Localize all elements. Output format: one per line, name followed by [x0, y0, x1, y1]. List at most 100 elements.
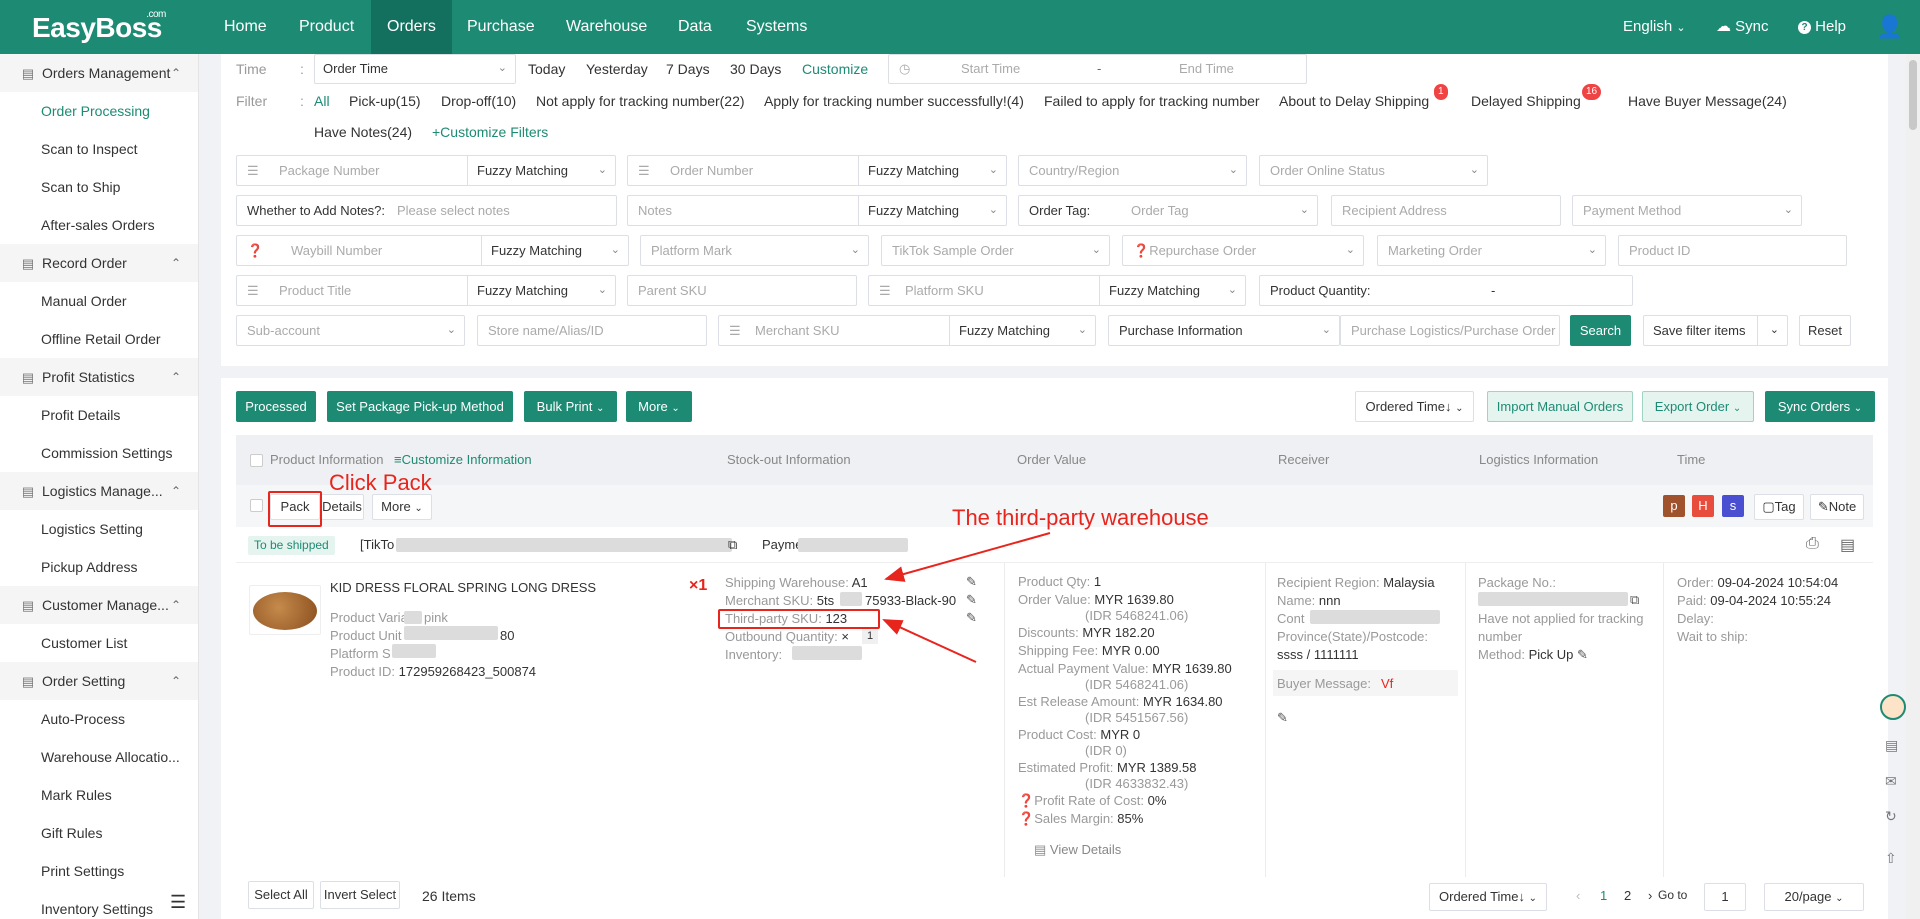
view-details-link[interactable]: ▤ View Details — [1034, 842, 1121, 858]
time-type-select[interactable]: Order Time ⌄ — [314, 54, 516, 84]
tag-s-icon[interactable]: s — [1722, 495, 1744, 517]
purchase-information-select[interactable]: Purchase Information ⌄ — [1108, 315, 1340, 346]
sidebar-item-auto-process[interactable]: Auto-Process — [41, 700, 125, 738]
sidebar-item-print-settings[interactable]: Print Settings — [41, 852, 124, 890]
search-button[interactable]: Search — [1570, 315, 1631, 346]
order-online-status-select[interactable]: Order Online Status ⌄ — [1259, 155, 1488, 186]
refresh-icon[interactable]: ↻ — [1885, 808, 1897, 825]
nav-data[interactable]: Data — [663, 0, 727, 54]
filter-not-apply-tracking[interactable]: Not apply for tracking number(22) — [536, 93, 745, 109]
assistant-avatar[interactable] — [1880, 694, 1906, 720]
filter-about-to-delay[interactable]: About to Delay Shipping — [1279, 93, 1429, 109]
sub-account-select[interactable]: Sub-account ⌄ — [236, 315, 465, 346]
edit-merchant-sku-icon[interactable]: ✎ — [966, 592, 977, 608]
save-filter-items-button[interactable]: Save filter items ⌄ — [1643, 315, 1788, 346]
more-button[interactable]: More ⌄ — [626, 391, 692, 422]
set-pickup-method-button[interactable]: Set Package Pick-up Method — [327, 391, 513, 422]
collapse-menu-icon[interactable]: ☰ — [170, 892, 186, 913]
edit-third-party-sku-icon[interactable]: ✎ — [966, 610, 977, 626]
sidebar-item-commission-settings[interactable]: Commission Settings — [41, 434, 173, 472]
payment-method-select[interactable]: Payment Method ⌄ — [1572, 195, 1802, 226]
bulk-print-button[interactable]: Bulk Print ⌄ — [524, 391, 617, 422]
select-all-checkbox[interactable] — [250, 454, 263, 467]
sidebar-item-warehouse-allocation[interactable]: Warehouse Allocatio... — [41, 738, 180, 776]
add-notes-select[interactable]: Whether to Add Notes?: Please select not… — [236, 195, 617, 226]
footer-ordered-time-sort[interactable]: Ordered Time↓ ⌄ — [1429, 883, 1547, 911]
nav-systems[interactable]: Systems — [731, 0, 822, 54]
product-title[interactable]: KID DRESS FLORAL SPRING LONG DRESS — [330, 580, 596, 595]
nav-purchase[interactable]: Purchase — [452, 0, 550, 54]
filter-delayed-shipping[interactable]: Delayed Shipping — [1471, 93, 1581, 109]
order-number-field[interactable]: ☰ Order Number Fuzzy Matching ⌄ — [627, 155, 1007, 186]
copy-package-icon[interactable]: ⧉ — [1630, 592, 1639, 608]
nav-warehouse[interactable]: Warehouse — [551, 0, 662, 54]
edit-warehouse-icon[interactable]: ✎ — [966, 574, 977, 590]
repurchase-order-select[interactable]: ❓Repurchase Order ⌄ — [1122, 235, 1364, 266]
row-more-button[interactable]: More ⌄ — [372, 494, 432, 520]
platform-sku-field[interactable]: ☰ Platform SKU Fuzzy Matching ⌄ — [868, 275, 1246, 306]
sidebar-group-logistics[interactable]: ▤ Logistics Manage... ⌃ — [0, 472, 198, 510]
marketing-order-select[interactable]: Marketing Order ⌄ — [1377, 235, 1606, 266]
date-range-picker[interactable]: ◷ Start Time - End Time — [888, 54, 1307, 84]
processed-button[interactable]: Processed — [236, 391, 316, 422]
sidebar-item-mark-rules[interactable]: Mark Rules — [41, 776, 112, 814]
sidebar-group-record-order[interactable]: ▤ Record Order ⌃ — [0, 244, 198, 282]
order-tag-select[interactable]: Order Tag: Order Tag ⌄ — [1018, 195, 1318, 226]
filter-have-notes[interactable]: Have Notes(24) — [314, 124, 412, 140]
logo[interactable]: EasyBoss .com — [32, 9, 166, 44]
filter-failed-tracking[interactable]: Failed to apply for tracking number — [1044, 93, 1260, 109]
sidebar-group-orders-management[interactable]: ▤ Orders Management ⌃ — [0, 54, 198, 92]
invert-select-button[interactable]: Invert Select — [320, 881, 400, 909]
nav-product[interactable]: Product — [284, 0, 369, 54]
tag-h-icon[interactable]: H — [1692, 495, 1714, 517]
sync-button[interactable]: ☁ Sync — [1716, 0, 1769, 54]
customize-information-link[interactable]: ≡Customize Information — [394, 452, 532, 467]
import-manual-orders-button[interactable]: Import Manual Orders — [1487, 391, 1633, 422]
sidebar-item-pickup-address[interactable]: Pickup Address — [41, 548, 138, 586]
waybill-number-field[interactable]: ❓ Waybill Number Fuzzy Matching ⌄ — [236, 235, 629, 266]
page-2[interactable]: 2 — [1624, 888, 1631, 903]
time-yesterday[interactable]: Yesterday — [586, 61, 648, 77]
sync-orders-button[interactable]: Sync Orders ⌄ — [1765, 391, 1875, 422]
note-button[interactable]: ✎Note — [1810, 494, 1864, 520]
notes-icon[interactable]: ▤ — [1885, 737, 1898, 754]
sidebar-item-gift-rules[interactable]: Gift Rules — [41, 814, 102, 852]
select-all-button[interactable]: Select All — [248, 881, 314, 909]
filter-apply-tracking-success[interactable]: Apply for tracking number successfully!(… — [764, 93, 1024, 109]
scrollbar-track[interactable] — [1906, 54, 1920, 919]
nav-home[interactable]: Home — [209, 0, 282, 54]
recipient-address-field[interactable]: Recipient Address — [1331, 195, 1561, 226]
order-checkbox[interactable] — [250, 499, 263, 512]
export-order-button[interactable]: Export Order ⌄ — [1642, 391, 1754, 422]
sidebar-item-customer-list[interactable]: Customer List — [41, 624, 127, 662]
package-number-field[interactable]: ☰ Package Number Fuzzy Matching ⌄ — [236, 155, 616, 186]
page-size-select[interactable]: 20/page ⌄ — [1764, 883, 1864, 911]
time-today[interactable]: Today — [528, 61, 565, 77]
filter-pick-up[interactable]: Pick-up(15) — [349, 93, 421, 109]
page-1[interactable]: 1 — [1600, 888, 1607, 903]
language-selector[interactable]: English ⌄ — [1623, 0, 1686, 54]
filter-all[interactable]: All — [314, 93, 330, 109]
sidebar-item-logistics-setting[interactable]: Logistics Setting — [41, 510, 143, 548]
sidebar-item-offline-retail[interactable]: Offline Retail Order — [41, 320, 161, 358]
scrollbar-thumb[interactable] — [1909, 60, 1917, 130]
sidebar-item-inventory-settings[interactable]: Inventory Settings — [41, 890, 153, 919]
filter-buyer-message[interactable]: Have Buyer Message(24) — [1628, 93, 1787, 109]
details-button[interactable]: Details — [320, 494, 364, 520]
platform-mark-select[interactable]: Platform Mark ⌄ — [640, 235, 869, 266]
user-icon[interactable]: 👤 — [1876, 0, 1903, 54]
goto-page-input[interactable]: 1 — [1704, 883, 1746, 911]
next-page-icon[interactable]: › — [1648, 888, 1652, 903]
reset-button[interactable]: Reset — [1799, 315, 1851, 346]
sidebar-item-scan-to-ship[interactable]: Scan to Ship — [41, 168, 120, 206]
sidebar-item-order-processing[interactable]: Order Processing — [41, 92, 150, 130]
notes-field[interactable]: Notes Fuzzy Matching ⌄ — [627, 195, 1007, 226]
sidebar-group-order-setting[interactable]: ▤ Order Setting ⌃ — [0, 662, 198, 700]
sidebar-item-manual-order[interactable]: Manual Order — [41, 282, 127, 320]
product-thumbnail[interactable] — [249, 585, 321, 635]
edit-method-icon[interactable]: ✎ — [1577, 647, 1588, 662]
prev-page-icon[interactable]: ‹ — [1576, 888, 1580, 903]
product-id-field[interactable]: Product ID — [1618, 235, 1847, 266]
parent-sku-field[interactable]: Parent SKU — [627, 275, 857, 306]
copy-icon[interactable]: ⧉ — [728, 537, 737, 553]
